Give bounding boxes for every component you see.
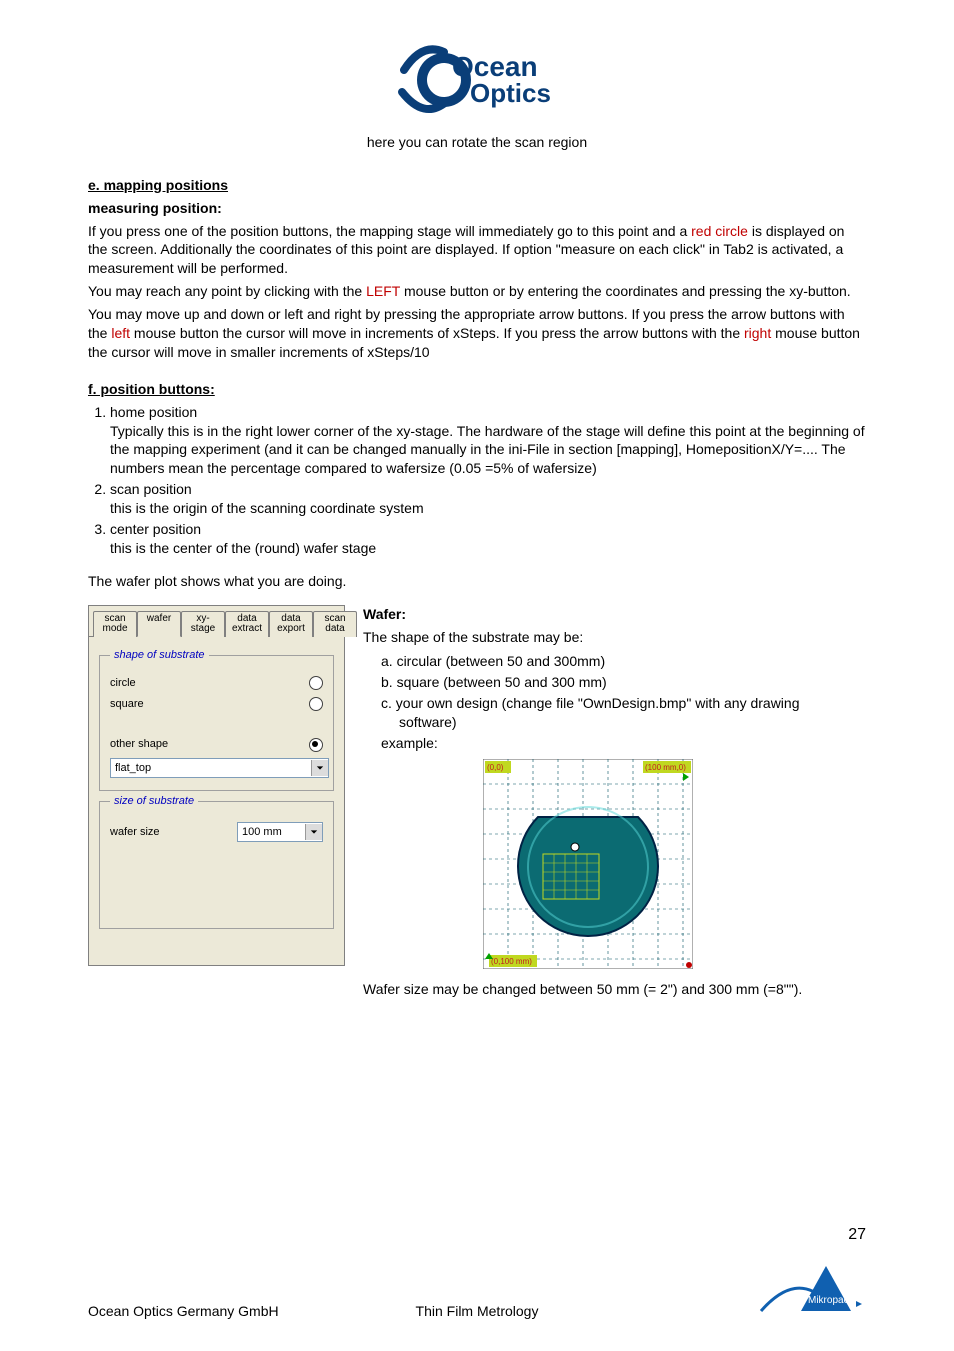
tab-data-extract[interactable]: data extract <box>225 611 269 637</box>
wafer-heading: Wafer: <box>363 606 406 622</box>
section-e-p1: If you press one of the position buttons… <box>88 222 866 279</box>
svg-text:(0,0): (0,0) <box>487 763 504 772</box>
tab-body: shape of substrate circle square other s… <box>89 636 344 946</box>
mikropack-logo: Mikropack <box>756 1261 866 1321</box>
wafer-shape-a: a. circular (between 50 and 300mm) <box>381 652 866 671</box>
red-circle-text: red circle <box>691 223 748 239</box>
wafer-intro: The shape of the substrate may be: <box>363 628 866 647</box>
section-e-p2: You may reach any point by clicking with… <box>88 282 866 301</box>
measuring-position-subheading: measuring position: <box>88 199 866 218</box>
header: Ocean Optics <box>88 40 866 123</box>
list-item: center position this is the center of th… <box>110 520 866 558</box>
svg-text:Mikropack: Mikropack <box>808 1295 855 1306</box>
dialog-tabs: scan mode wafer xy-stage data extract da… <box>89 606 344 636</box>
tab-xy-stage[interactable]: xy-stage <box>181 611 225 637</box>
list-item: scan position this is the origin of the … <box>110 480 866 518</box>
page: Ocean Optics here you can rotate the sca… <box>0 0 954 1351</box>
rotate-caption: here you can rotate the scan region <box>88 133 866 152</box>
wafer-size-footer: Wafer size may be changed between 50 mm … <box>363 980 866 999</box>
svg-text:(0,100 mm): (0,100 mm) <box>491 957 532 966</box>
radio-circle[interactable] <box>309 676 323 690</box>
section-e-heading: e. mapping positions <box>88 176 866 195</box>
size-groupbox: size of substrate wafer size 100 mm <box>99 801 334 929</box>
wafer-size-select[interactable]: 100 mm <box>237 822 323 842</box>
tab-scan-mode[interactable]: scan mode <box>93 611 137 637</box>
svg-text:(100 mm,0): (100 mm,0) <box>645 763 686 772</box>
position-buttons-list: home position Typically this is in the r… <box>88 403 866 558</box>
wafer-diagram: (0,0) (100 mm,0) (0,100 mm) <box>483 759 866 974</box>
wafer-shape-b: b. square (between 50 and 300 mm) <box>381 673 866 692</box>
radio-circle-label: circle <box>110 676 136 691</box>
footer-center: Thin Film Metrology <box>416 1302 539 1321</box>
radio-square-label: square <box>110 697 144 712</box>
footer-left: Ocean Optics Germany GmbH <box>88 1302 279 1321</box>
shape-groupbox-title: shape of substrate <box>110 648 209 663</box>
ocean-optics-logo: Ocean Optics <box>392 40 562 123</box>
left-text-2: left <box>111 325 130 341</box>
wafer-shape-c: c. your own design (change file "OwnDesi… <box>381 694 866 732</box>
left-text-1: LEFT <box>366 283 400 299</box>
wafer-dialog: scan mode wafer xy-stage data extract da… <box>88 605 345 967</box>
size-groupbox-title: size of substrate <box>110 794 198 809</box>
svg-text:Optics: Optics <box>470 78 551 108</box>
wafer-size-value: 100 mm <box>242 825 282 840</box>
wafer-description: Wafer: The shape of the substrate may be… <box>363 605 866 1003</box>
right-text: right <box>744 325 771 341</box>
other-shape-value: flat_top <box>115 761 151 776</box>
radio-other-label: other shape <box>110 737 168 752</box>
chevron-down-icon <box>311 760 328 776</box>
radio-other[interactable] <box>309 738 323 752</box>
tab-scan-data[interactable]: scan data <box>313 611 357 637</box>
wafer-plot-tail: The wafer plot shows what you are doing. <box>88 572 866 591</box>
section-e-p3: You may move up and down or left and rig… <box>88 305 866 362</box>
section-f-heading: f. position buttons: <box>88 380 866 399</box>
other-shape-select[interactable]: flat_top <box>110 758 329 778</box>
page-number: 27 <box>848 1224 866 1246</box>
tab-wafer[interactable]: wafer <box>137 611 181 637</box>
tab-data-export[interactable]: data export <box>269 611 313 637</box>
radio-square[interactable] <box>309 697 323 711</box>
page-footer: Ocean Optics Germany GmbH Thin Film Metr… <box>88 1261 866 1321</box>
shape-groupbox: shape of substrate circle square other s… <box>99 655 334 792</box>
wafer-size-label: wafer size <box>110 825 160 840</box>
wafer-example-label: example: <box>381 734 866 753</box>
chevron-down-icon <box>305 824 322 840</box>
list-item: home position Typically this is in the r… <box>110 403 866 479</box>
